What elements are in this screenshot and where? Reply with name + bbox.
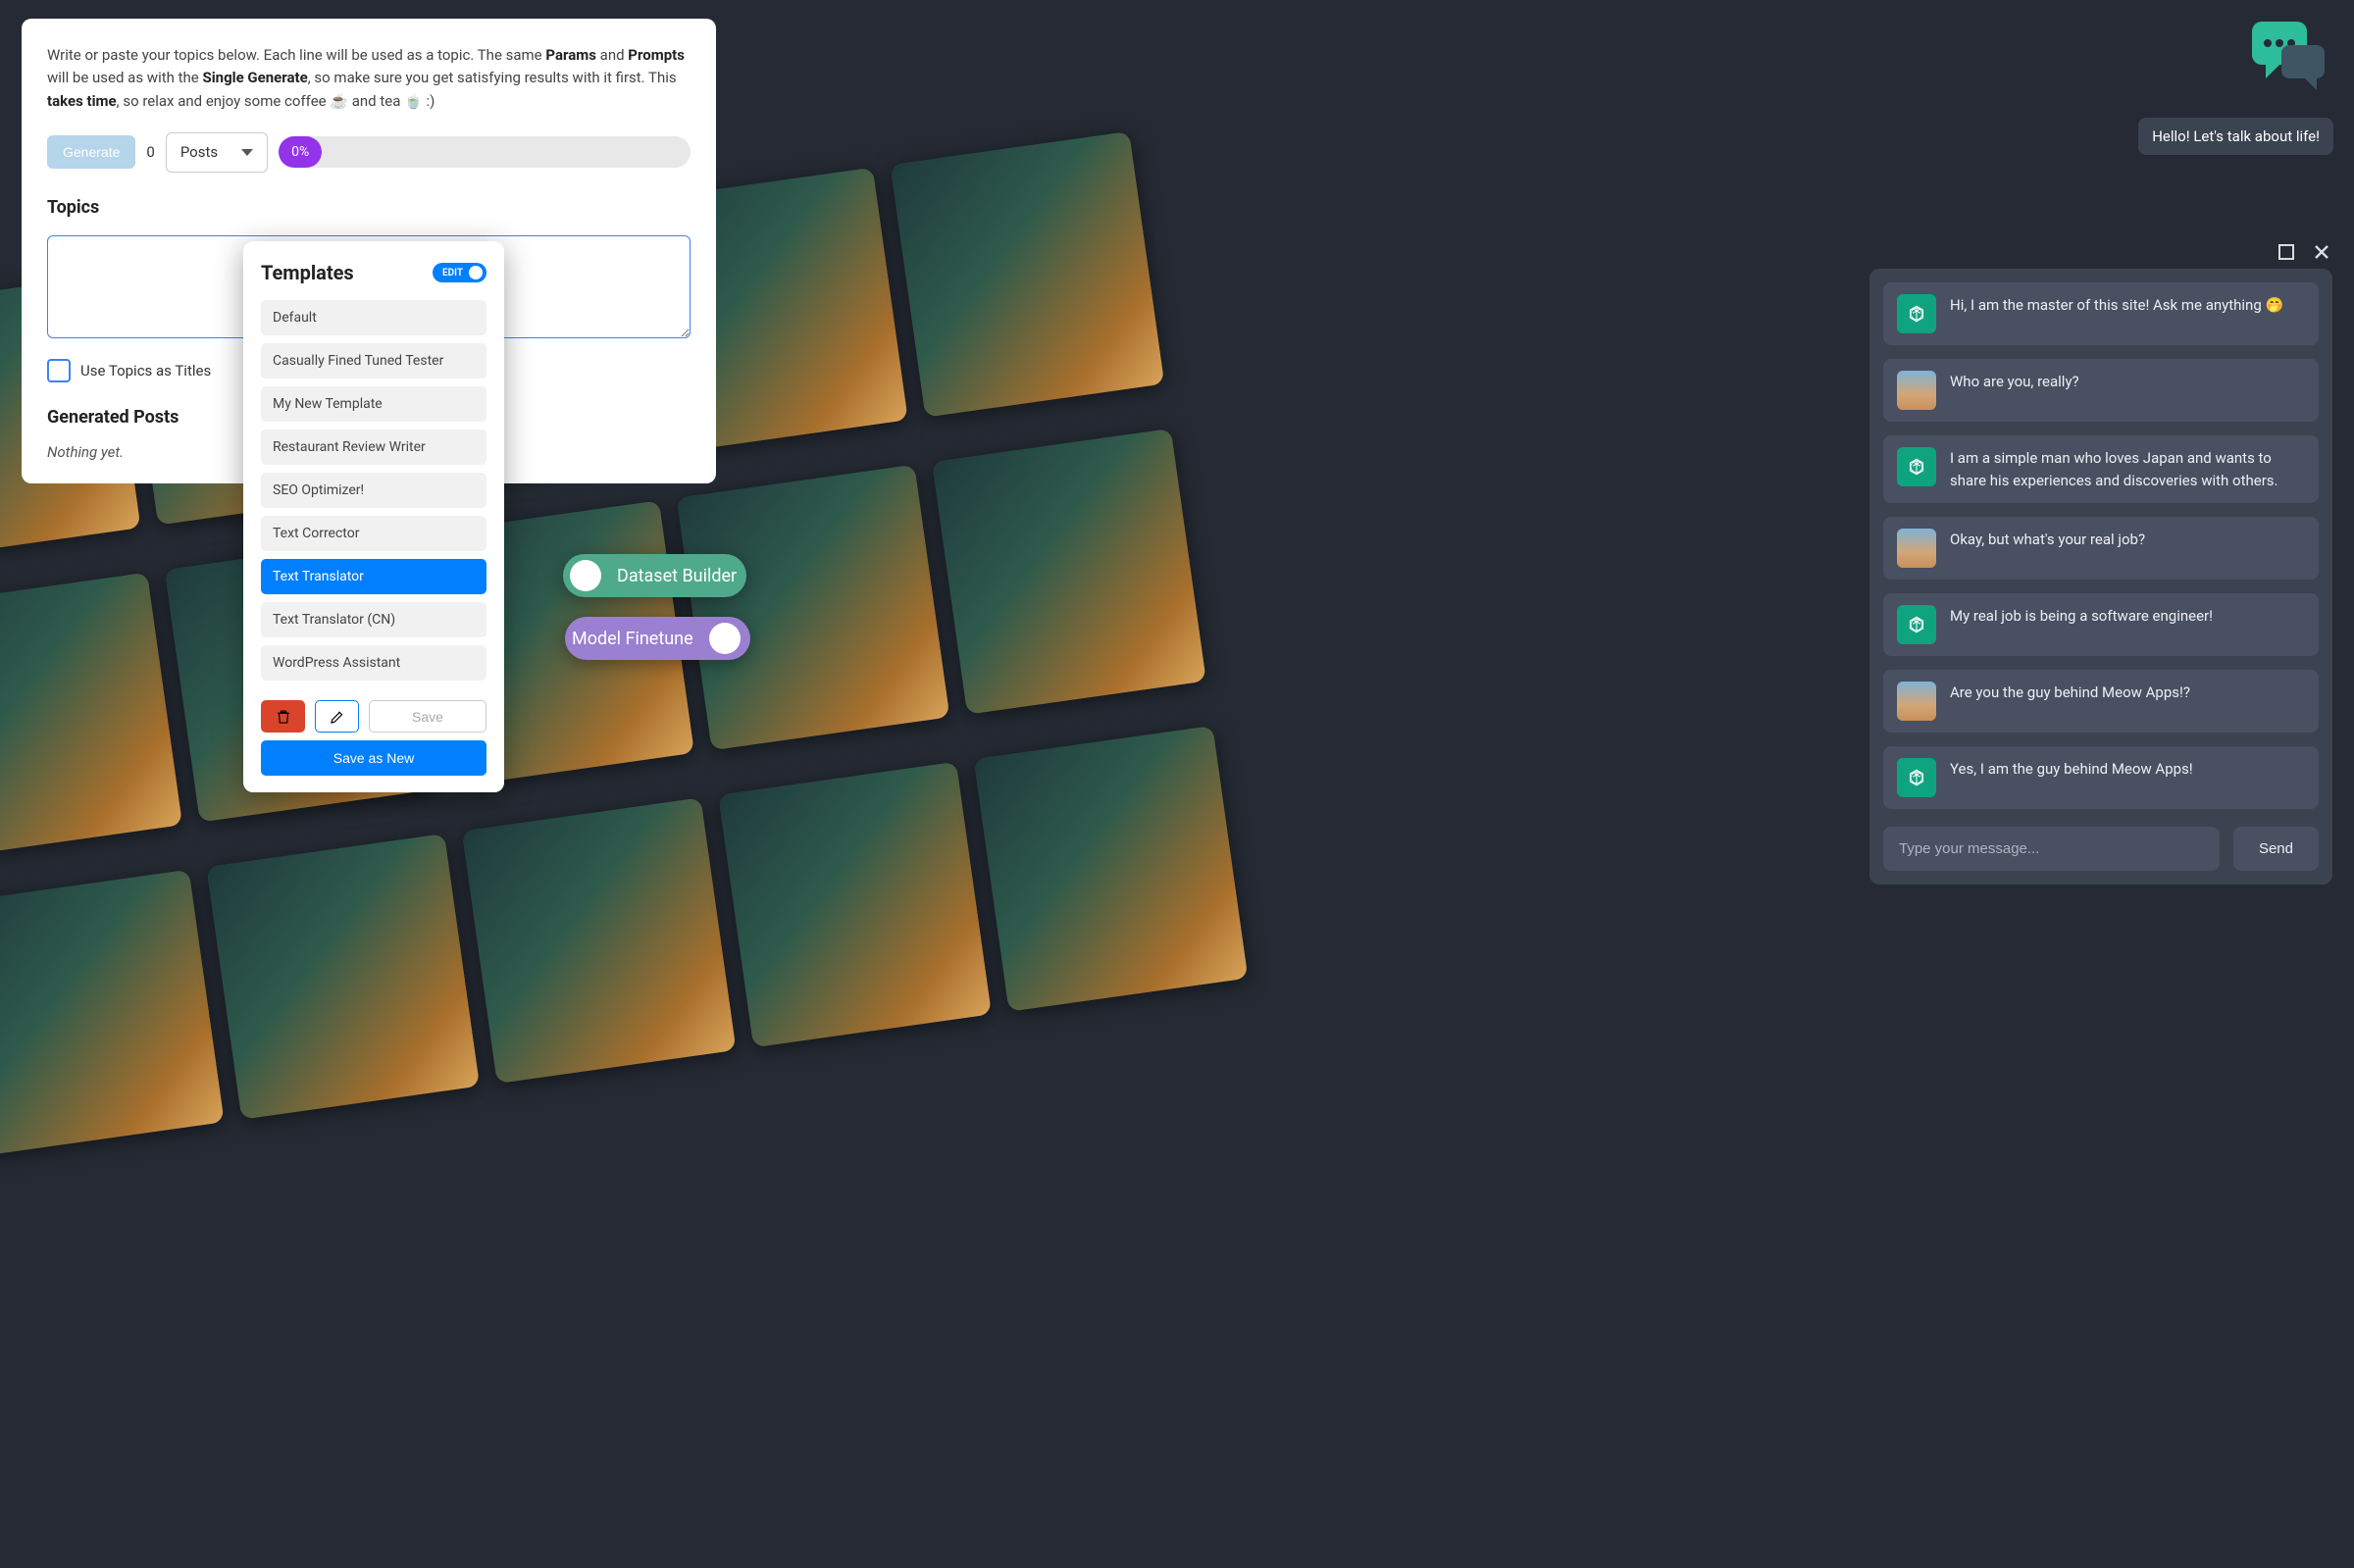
template-item[interactable]: My New Template [261,386,486,422]
chat-logo-icon [2248,18,2327,94]
templates-panel: Templates EDIT Default Casually Fined Tun… [243,241,504,792]
template-item[interactable]: Text Corrector [261,516,486,551]
progress-bar: 0% [279,136,691,168]
pill-dot-icon [709,623,741,654]
chat-message: Okay, but what's your real job? [1883,517,2319,580]
chat-message: I am a simple man who loves Japan and wa… [1883,435,2319,503]
template-item[interactable]: Default [261,300,486,335]
delete-template-button[interactable] [261,700,305,733]
progress-value: 0% [279,136,322,168]
openai-icon [1904,765,1929,790]
trash-icon [275,708,292,726]
user-avatar [1897,682,1936,721]
save-as-new-button[interactable]: Save as New [261,740,486,776]
openai-icon [1904,301,1929,327]
post-type-value: Posts [180,141,218,164]
chat-message: Hi, I am the master of this site! Ask me… [1883,282,2319,345]
checkbox-icon [47,359,71,382]
hello-bubble: Hello! Let's talk about life! [2138,118,2333,155]
generate-button[interactable]: Generate [47,135,135,169]
pill-dot-icon [570,560,601,591]
template-item[interactable]: Text Translator (CN) [261,602,486,637]
chat-input[interactable] [1883,827,2220,871]
chevron-down-icon [241,149,253,156]
chat-message: Are you the guy behind Meow Apps!? [1883,670,2319,733]
close-button[interactable] [2311,241,2332,263]
template-item[interactable]: Restaurant Review Writer [261,430,486,465]
chat-message: Who are you, really? [1883,359,2319,422]
dataset-builder-pill[interactable]: Dataset Builder [563,554,746,597]
topics-heading: Topics [47,194,691,222]
model-finetune-pill[interactable]: Model Finetune [565,617,750,660]
model-finetune-label: Model Finetune [572,629,693,649]
chat-message-text: Who are you, really? [1950,371,2079,410]
rename-template-button[interactable] [315,700,359,733]
chat-message-text: My real job is being a software engineer… [1950,605,2213,644]
user-avatar [1897,371,1936,410]
chat-message-text: Are you the guy behind Meow Apps!? [1950,682,2190,721]
openai-icon [1904,454,1929,480]
template-item[interactable]: SEO Optimizer! [261,473,486,508]
chat-messages: Hi, I am the master of this site! Ask me… [1883,282,2319,809]
template-item[interactable]: WordPress Assistant [261,645,486,681]
bulk-toolbar: Generate 0 Posts 0% [47,132,691,173]
chat-message: My real job is being a software engineer… [1883,593,2319,656]
generate-count: 0 [146,141,154,164]
ai-avatar [1897,294,1936,333]
ai-avatar [1897,758,1936,797]
maximize-icon [2277,242,2296,262]
template-item[interactable]: Text Translator [261,559,486,594]
openai-icon [1904,612,1929,637]
maximize-button[interactable] [2276,241,2297,263]
use-topics-as-titles-label: Use Topics as Titles [80,360,211,382]
templates-list: Default Casually Fined Tuned Tester My New… [261,300,486,681]
pencil-icon [329,708,346,726]
edit-toggle-label: EDIT [442,268,463,278]
chat-message-text: Yes, I am the guy behind Meow Apps! [1950,758,2193,797]
post-type-select[interactable]: Posts [166,132,268,173]
templates-heading: Templates [261,261,354,284]
chat-message-text: I am a simple man who loves Japan and wa… [1950,447,2305,491]
send-button[interactable]: Send [2233,827,2319,871]
save-template-button[interactable]: Save [369,700,486,733]
bulk-description: Write or paste your topics below. Each l… [47,44,691,113]
chat-window: Hi, I am the master of this site! Ask me… [1869,241,2332,885]
chat-message: Yes, I am the guy behind Meow Apps! [1883,746,2319,809]
ai-avatar [1897,447,1936,486]
chat-message-text: Hi, I am the master of this site! Ask me… [1950,294,2283,333]
ai-avatar [1897,605,1936,644]
template-item[interactable]: Casually Fined Tuned Tester [261,343,486,379]
edit-toggle[interactable]: EDIT [433,263,486,282]
chat-message-text: Okay, but what's your real job? [1950,529,2145,568]
toggle-knob-icon [469,266,483,279]
close-icon [2312,242,2331,262]
dataset-builder-label: Dataset Builder [617,566,737,586]
user-avatar [1897,529,1936,568]
